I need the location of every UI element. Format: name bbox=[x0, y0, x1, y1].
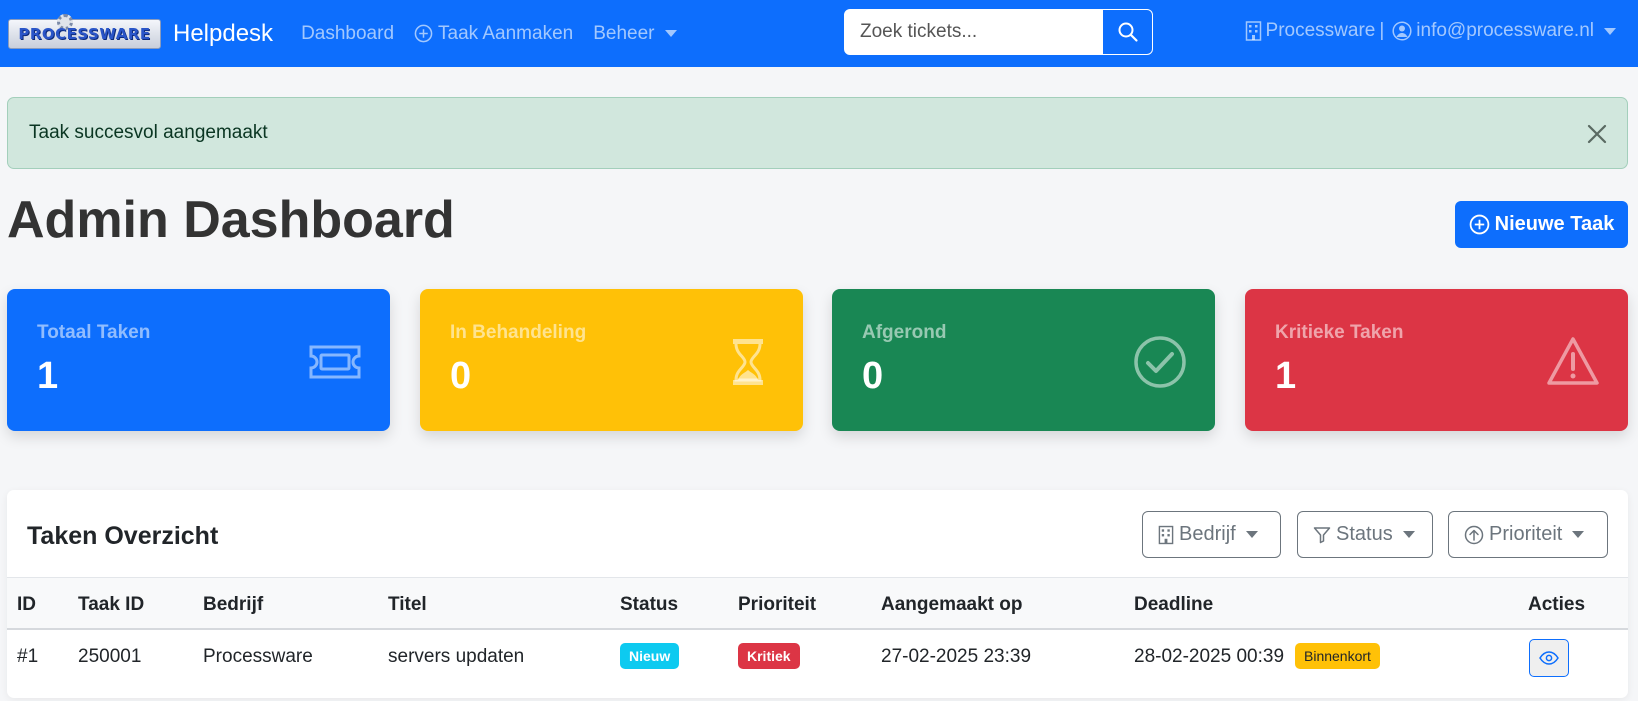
building-icon bbox=[1158, 525, 1174, 544]
nav-taak-aanmaken-label: Taak Aanmaken bbox=[438, 22, 574, 44]
filter-status-button[interactable]: Status bbox=[1297, 511, 1433, 558]
stat-card-afgerond: Afgerond 0 bbox=[832, 289, 1215, 431]
filter-prioriteit-button[interactable]: Prioriteit bbox=[1448, 511, 1608, 558]
col-prioriteit[interactable]: Prioriteit bbox=[738, 594, 816, 616]
nav-taak-aanmaken[interactable]: Taak Aanmaken bbox=[414, 23, 573, 45]
search-button[interactable] bbox=[1102, 9, 1153, 55]
user-menu-dropdown[interactable]: Processware | info@processware.nl bbox=[1241, 20, 1616, 42]
processware-logo[interactable]: PROCESSWARE bbox=[8, 13, 161, 49]
new-task-label: Nieuwe Taak bbox=[1494, 213, 1615, 235]
filter-bedrijf-label: Bedrijf bbox=[1179, 523, 1236, 545]
col-deadline[interactable]: Deadline bbox=[1134, 594, 1213, 616]
logo-text: PROCESSWARE bbox=[18, 24, 151, 43]
hourglass-icon bbox=[733, 339, 763, 385]
warning-icon bbox=[1547, 337, 1599, 385]
search-icon bbox=[1118, 22, 1138, 42]
top-navbar: PROCESSWARE Helpdesk Dashboard Taak Aanm… bbox=[0, 0, 1638, 67]
stat-card-kritiek: Kritieke Taken 1 bbox=[1245, 289, 1628, 431]
chevron-down-icon bbox=[1402, 531, 1415, 538]
chevron-down-icon bbox=[1245, 531, 1258, 538]
nav-beheer-dropdown[interactable]: Beheer bbox=[593, 22, 677, 45]
stat-card-in-behandeling: In Behandeling 0 bbox=[420, 289, 803, 431]
page-title: Admin Dashboard bbox=[7, 191, 455, 249]
view-task-button[interactable] bbox=[1529, 639, 1569, 677]
status-badge: Nieuw bbox=[620, 643, 680, 669]
success-alert: Taak succesvol aangemaakt bbox=[7, 97, 1628, 169]
filter-icon bbox=[1313, 526, 1331, 543]
eye-icon bbox=[1539, 651, 1559, 665]
nav-dashboard-label: Dashboard bbox=[301, 22, 395, 44]
col-status[interactable]: Status bbox=[620, 594, 678, 616]
plus-circle-icon bbox=[1469, 214, 1489, 235]
cell-bedrijf: Processware bbox=[203, 646, 313, 667]
cell-id: #1 bbox=[17, 646, 39, 667]
new-task-button[interactable]: Nieuwe Taak bbox=[1455, 201, 1628, 248]
stat-label: Afgerond bbox=[862, 322, 947, 343]
nav-dashboard[interactable]: Dashboard bbox=[301, 23, 394, 45]
stat-value: 0 bbox=[862, 355, 884, 397]
cell-taak-id: 250001 bbox=[78, 646, 142, 667]
stat-label: Totaal Taken bbox=[37, 322, 151, 343]
close-icon[interactable] bbox=[1585, 122, 1609, 146]
chevron-down-icon bbox=[664, 30, 677, 37]
cell-aangemaakt-op: 27-02-2025 23:39 bbox=[881, 646, 1032, 667]
user-email: info@processware.nl bbox=[1416, 20, 1594, 41]
nav-links: Dashboard Taak Aanmaken Beheer bbox=[301, 23, 696, 45]
tasks-header: Taken Overzicht Bedrijf Status Prioritei… bbox=[7, 490, 1628, 578]
stat-label: Kritieke Taken bbox=[1275, 322, 1404, 343]
building-icon bbox=[1245, 21, 1261, 41]
chevron-down-icon bbox=[1572, 531, 1585, 538]
stat-value: 1 bbox=[1275, 355, 1297, 397]
stat-card-totaal: Totaal Taken 1 bbox=[7, 289, 390, 431]
stat-label: In Behandeling bbox=[450, 322, 587, 343]
brand-name[interactable]: Helpdesk bbox=[173, 20, 273, 48]
search-form bbox=[844, 9, 1153, 55]
filter-prioriteit-label: Prioriteit bbox=[1489, 523, 1563, 545]
priority-badge: Kritiek bbox=[738, 643, 800, 669]
filter-status-label: Status bbox=[1336, 523, 1393, 545]
col-titel[interactable]: Titel bbox=[388, 594, 427, 616]
col-id[interactable]: ID bbox=[17, 594, 36, 616]
filter-bedrijf-button[interactable]: Bedrijf bbox=[1142, 511, 1281, 558]
cell-deadline: 28-02-2025 00:39 bbox=[1134, 646, 1285, 667]
user-circle-icon bbox=[1392, 21, 1412, 41]
chevron-down-icon bbox=[1604, 27, 1616, 35]
stat-value: 0 bbox=[450, 355, 472, 397]
user-company: Processware bbox=[1265, 20, 1376, 41]
check-circle-icon bbox=[1134, 336, 1186, 388]
col-bedrijf[interactable]: Bedrijf bbox=[203, 594, 263, 616]
tasks-overview-card: Taken Overzicht Bedrijf Status Prioritei… bbox=[7, 490, 1628, 698]
arrow-up-circle-icon bbox=[1464, 525, 1484, 544]
tasks-title: Taken Overzicht bbox=[27, 522, 219, 550]
stat-value: 1 bbox=[37, 355, 59, 397]
col-aangemaakt-op[interactable]: Aangemaakt op bbox=[881, 594, 1022, 616]
cell-titel: servers updaten bbox=[388, 646, 525, 667]
nav-beheer-label: Beheer bbox=[593, 22, 655, 44]
search-input[interactable] bbox=[844, 9, 1102, 55]
deadline-badge: Binnenkort bbox=[1295, 643, 1380, 669]
alert-message: Taak succesvol aangemaakt bbox=[29, 122, 268, 143]
plus-circle-icon bbox=[414, 24, 433, 43]
col-taak-id[interactable]: Taak ID bbox=[78, 594, 144, 616]
ticket-icon bbox=[309, 345, 361, 379]
user-separator: | bbox=[1379, 20, 1385, 41]
col-acties: Acties bbox=[1528, 594, 1586, 615]
